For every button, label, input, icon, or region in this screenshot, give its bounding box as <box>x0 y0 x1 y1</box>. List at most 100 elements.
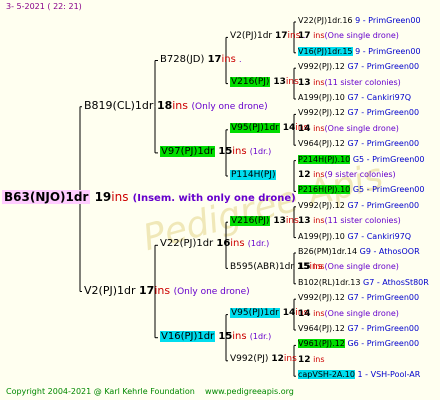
gen4-name-20: V964(PJ).12 <box>298 324 345 333</box>
gen4-src-11: G5 - PrimGreen00 <box>352 185 425 195</box>
gen4-row-3: V992(PJ).12 G7 - PrimGreen00 <box>298 63 419 71</box>
gen4-name-8: V964(PJ).12 <box>298 139 345 149</box>
gen3-node-1-ins-count: 13 <box>273 77 286 88</box>
gen4-note-4: (11 sister colonies) <box>324 77 401 87</box>
gen2-node-3-ins-count: 15 <box>218 330 233 342</box>
gen4-ins-count-4: 13 <box>298 77 311 88</box>
gen3-node-4-name: V216(PJ) <box>230 215 271 226</box>
gen2-node-0-name: B728(JD) <box>160 53 205 65</box>
gen4-note-19: (One single drone) <box>324 308 399 318</box>
gen4-src-6: G7 - PrimGreen00 <box>347 108 420 118</box>
gen4-src-9: G5 - PrimGreen00 <box>352 154 425 164</box>
gen2-node-2-ins-word: ins <box>230 238 245 250</box>
gen4-ins-count-10: 12 <box>298 170 311 180</box>
root-name: B63(NJO)1dr <box>2 190 91 205</box>
gen4-row-23: capVSH-2A.10 1 - VSH-Pool-AR <box>298 370 421 380</box>
gen4-row-5: A199(PJ).10 G7 - Cankiri97Q <box>298 94 411 102</box>
root-ins-count: 19 <box>94 190 112 205</box>
root-ins-word: ins <box>111 190 129 205</box>
gen4-ins-word-19: ins <box>313 308 325 318</box>
gen4-ins-count-22: 12 <box>298 354 311 365</box>
gen2-node-1-ins-count: 15 <box>218 145 233 157</box>
gen2-node-2: V22(PJ)1dr 16ins (1dr.) <box>160 239 269 249</box>
gen4-src-15: G9 - AthosOOR <box>359 247 420 256</box>
gen4-src-20: G7 - PrimGreen00 <box>347 324 420 333</box>
gen4-row-7: 14 ins(One single drone) <box>298 123 399 134</box>
gen4-src-23: 1 - VSH-Pool-AR <box>357 370 421 380</box>
gen3-node-7-ins-word: ins <box>283 354 297 365</box>
gen4-row-12: V992(PJ).12 G7 - PrimGreen00 <box>298 200 420 210</box>
gen4-row-15: B26(PM)1dr.14 G9 - AthosOOR <box>298 248 420 256</box>
gen4-row-10: 12 ins(9 sister colonies) <box>298 171 396 180</box>
gen4-src-12: G7 - PrimGreen00 <box>347 200 420 210</box>
gen3-node-3-name: P114H(PJ) <box>230 169 277 180</box>
gen1-node-1-ins-word: ins <box>154 284 171 297</box>
gen3-node-1-ins-word: ins <box>285 77 299 88</box>
gen4-row-17: B102(RL)1dr.13 G7 - AthosSt80R <box>298 277 429 287</box>
gen2-node-2-ins-count: 16 <box>216 238 231 250</box>
gen4-src-0: 9 - PrimGreen00 <box>355 16 421 25</box>
gen4-row-20: V964(PJ).12 G7 - PrimGreen00 <box>298 325 419 333</box>
gen4-row-18: V992(PJ).12 G7 - PrimGreen00 <box>298 294 419 302</box>
gen2-node-1-note: (1dr.) <box>249 146 272 156</box>
gen4-name-12: V992(PJ).12 <box>298 200 345 210</box>
gen3-node-0-ins-count: 17 <box>275 30 288 41</box>
gen4-ins-word-13: ins <box>313 216 325 226</box>
gen3-node-3: P114H(PJ) <box>230 169 277 180</box>
root-node: B63(NJO)1dr 19ins (Insem. with only one … <box>2 190 296 205</box>
gen4-row-22: 12 ins <box>298 354 325 365</box>
gen2-node-3-ins-word: ins <box>232 330 247 342</box>
gen2-node-2-note: (1dr.) <box>247 239 270 249</box>
gen1-node-0-ins-count: 18 <box>156 99 173 113</box>
gen4-ins-word-1: ins <box>313 31 325 41</box>
gen3-node-5-name: B595(ABR)1dr <box>230 261 295 272</box>
gen1-node-1-name: V2(PJ)1dr <box>84 284 136 297</box>
gen4-row-19: 14 ins(One single drone) <box>298 308 399 319</box>
gen4-note-13: (11 sister colonies) <box>324 216 401 226</box>
gen4-src-8: G7 - PrimGreen00 <box>347 139 420 149</box>
gen4-name-3: V992(PJ).12 <box>298 62 345 72</box>
gen4-note-7: (One single drone) <box>324 123 399 133</box>
gen3-node-7: V992(PJ) 12ins <box>230 355 297 364</box>
gen2-node-1: V97(PJ)1dr 15ins (1dr.) <box>160 145 272 157</box>
gen4-ins-count-7: 14 <box>298 123 311 134</box>
gen4-name-23: capVSH-2A.10 <box>298 370 355 380</box>
gen4-row-11: P216H(PJ).10 G5 - PrimGreen00 <box>298 185 425 195</box>
gen2-node-1-name: V97(PJ)1dr <box>160 145 216 157</box>
gen2-node-3: V16(PJ)1dr 15ins (1dr.) <box>160 330 271 342</box>
gen2-node-0-note: . <box>239 54 242 64</box>
gen3-node-7-name: V992(PJ) <box>230 354 269 365</box>
gen2-node-0: B728(JD) 17ins . <box>160 53 242 65</box>
gen3-node-2-name: V95(PJ)1dr <box>230 123 280 134</box>
gen4-ins-count-19: 14 <box>298 308 311 319</box>
gen4-name-18: V992(PJ).12 <box>298 293 345 303</box>
gen1-node-1: V2(PJ)1dr 17ins (Only one drone) <box>84 285 250 297</box>
gen4-name-14: A199(PJ).10 <box>298 231 345 241</box>
gen4-row-16: 15 ins(One single drone) <box>298 263 399 272</box>
gen2-node-2-name: V22(PJ)1dr <box>160 238 214 250</box>
gen3-node-2: V95(PJ)1dr 14ins <box>230 123 308 134</box>
gen3-node-6: V95(PJ)1dr 14ins <box>230 308 308 319</box>
gen4-name-17: B102(RL)1dr.13 <box>298 277 361 287</box>
gen1-node-0-note: (Only one drone) <box>191 102 268 113</box>
gen3-node-7-ins-count: 12 <box>271 354 284 365</box>
gen4-row-9: P214H(PJ).10 G5 - PrimGreen00 <box>298 154 425 164</box>
gen4-name-2: V16(PJ)1dr.15 <box>298 46 353 56</box>
gen4-row-6: V992(PJ).12 G7 - PrimGreen00 <box>298 109 419 117</box>
gen3-node-4-ins-word: ins <box>285 215 299 226</box>
gen4-ins-count-16: 15 <box>298 262 311 273</box>
gen4-src-21: G6 - PrimGreen00 <box>347 339 420 349</box>
gen3-node-4-ins-count: 13 <box>273 215 286 226</box>
gen1-node-0: B819(CL)1dr 18ins (Only one drone) <box>84 100 268 112</box>
gen4-name-11: P216H(PJ).10 <box>298 185 351 195</box>
gen4-note-1: (One single drone) <box>324 31 399 41</box>
gen4-note-16: (One single drone) <box>324 262 399 272</box>
gen3-node-6-name: V95(PJ)1dr <box>230 308 280 319</box>
gen3-node-2-ins-count: 14 <box>282 123 296 134</box>
gen3-node-6-ins-count: 14 <box>282 308 296 319</box>
gen3-node-1: V216(PJ) 13ins <box>230 77 299 88</box>
gen3-node-0-name: V2(PJ)1dr <box>230 30 273 41</box>
gen4-ins-word-4: ins <box>313 77 325 87</box>
gen4-name-6: V992(PJ).12 <box>298 108 345 118</box>
site-link[interactable]: www.pedigreeapis.org <box>205 387 294 396</box>
